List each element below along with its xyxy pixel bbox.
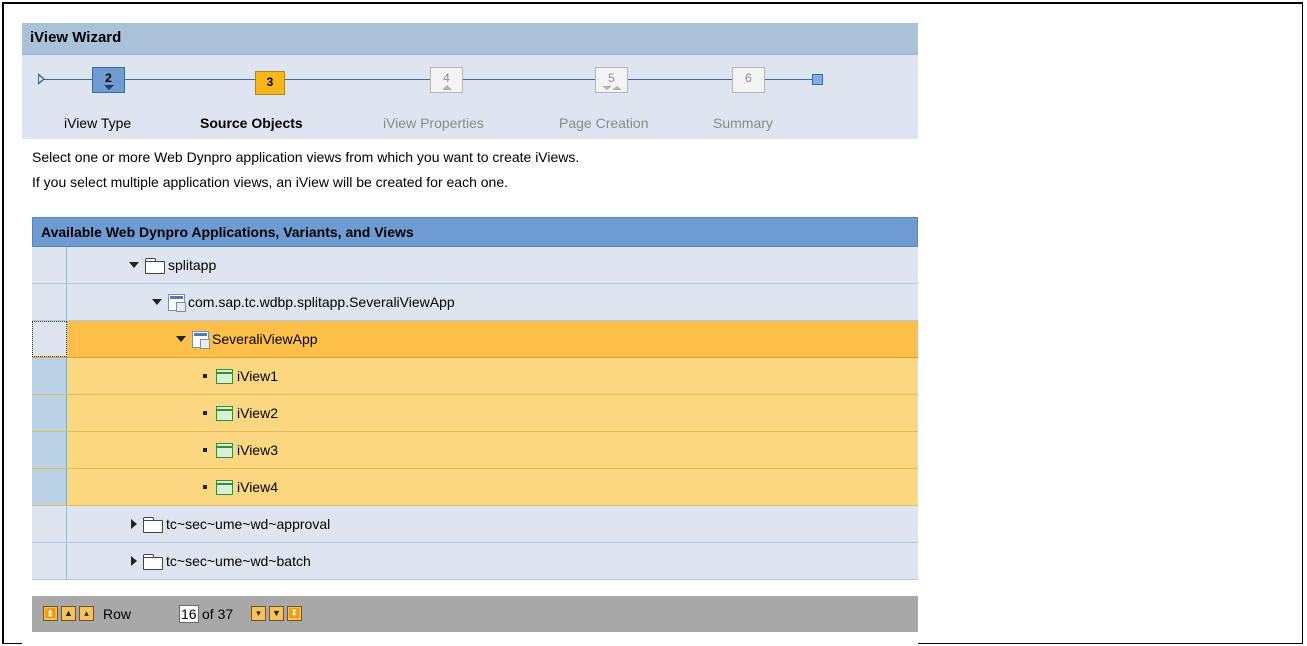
- folder-icon: [143, 516, 163, 533]
- tree-node-label: SeveraliViewApp: [212, 331, 318, 347]
- roadmap-line: [765, 79, 813, 80]
- roadmap-step-3[interactable]: 3: [255, 71, 285, 95]
- step-label-source-objects[interactable]: Source Objects: [200, 115, 303, 131]
- view-icon: [216, 405, 233, 421]
- table-row[interactable]: tc~sec~ume~wd~approval: [32, 506, 918, 543]
- roadmap-line: [285, 79, 430, 80]
- next-row-button[interactable]: ▾: [251, 606, 266, 621]
- application-icon: [168, 293, 186, 312]
- table-row[interactable]: splitapp: [32, 247, 918, 284]
- applications-tree-table: Available Web Dynpro Applications, Varia…: [32, 209, 918, 639]
- step-label-page-creation: Page Creation: [559, 115, 649, 131]
- roadmap-end-icon: [812, 74, 823, 85]
- row-label: Row: [103, 606, 132, 622]
- table-row-selected[interactable]: iView2: [32, 395, 918, 432]
- tree-node-label: tc~sec~ume~wd~batch: [166, 553, 311, 569]
- application-icon: [192, 330, 210, 349]
- step-label-summary: Summary: [713, 115, 773, 131]
- expand-toggle-icon[interactable]: [176, 336, 186, 342]
- view-icon: [216, 442, 233, 458]
- leaf-bullet-icon: [203, 485, 207, 489]
- expand-toggle-icon[interactable]: [131, 556, 137, 566]
- roadmap-line: [628, 79, 732, 80]
- wizard-title-bar: iView Wizard: [22, 23, 918, 55]
- step-label-iview-properties: iView Properties: [383, 115, 484, 131]
- row-selector[interactable]: [32, 247, 67, 283]
- wizard-title: iView Wizard: [30, 29, 122, 46]
- instruction-line: Select one or more Web Dynpro applicatio…: [32, 149, 580, 165]
- roadmap-step-6: 6: [732, 67, 765, 93]
- first-page-button[interactable]: ⏫: [43, 606, 58, 621]
- leaf-bullet-icon: [203, 374, 207, 378]
- row-selector[interactable]: [32, 395, 67, 431]
- table-row-selected[interactable]: iView3: [32, 432, 918, 469]
- instruction-line: If you select multiple application views…: [32, 174, 508, 190]
- previous-page-button[interactable]: ▲: [61, 606, 76, 621]
- roadmap-line: [125, 79, 255, 80]
- table-row-selected[interactable]: iView4: [32, 469, 918, 506]
- step-collapse-icon: [441, 85, 452, 90]
- table-row-lead-selected[interactable]: SeveraliViewApp: [32, 321, 918, 358]
- table-title-bar: Available Web Dynpro Applications, Varia…: [32, 217, 918, 247]
- row-selector[interactable]: [32, 506, 67, 542]
- expand-toggle-icon[interactable]: [131, 519, 137, 529]
- last-page-button[interactable]: ⏬: [287, 606, 302, 621]
- instructions: Select one or more Web Dynpro applicatio…: [32, 145, 579, 195]
- expand-toggle-icon[interactable]: [152, 299, 162, 305]
- folder-icon: [143, 553, 163, 570]
- step-label-iview-type[interactable]: iView Type: [64, 115, 131, 131]
- tree-node-label: iView4: [237, 479, 278, 495]
- table-title: Available Web Dynpro Applications, Varia…: [41, 224, 414, 240]
- tree-node-label: com.sap.tc.wdbp.splitapp.SeveraliViewApp: [188, 294, 455, 310]
- view-icon: [216, 368, 233, 384]
- expand-toggle-icon[interactable]: [129, 262, 139, 268]
- row-selector[interactable]: [32, 432, 67, 468]
- roadmap: 2 3 4 5 6 iView Type Source Objects iVie…: [22, 55, 918, 139]
- tree-node-label: iView3: [237, 442, 278, 458]
- roadmap-step-4: 4: [430, 67, 463, 93]
- row-count-label: of 37: [202, 606, 234, 622]
- row-selector[interactable]: [32, 358, 67, 394]
- tree-node-label: splitapp: [168, 257, 217, 273]
- iview-wizard: iView Wizard 2 3 4 5 6 iView Type Source…: [22, 9, 918, 646]
- roadmap-step-2[interactable]: 2: [92, 67, 125, 93]
- table-row-selected[interactable]: iView1: [32, 358, 918, 395]
- tree-node-label: iView1: [237, 368, 278, 384]
- leaf-bullet-icon: [203, 448, 207, 452]
- roadmap-line: [40, 79, 92, 80]
- table-row[interactable]: com.sap.tc.wdbp.splitapp.SeveraliViewApp: [32, 284, 918, 321]
- row-number-input[interactable]: [179, 605, 199, 623]
- next-page-button[interactable]: ▼: [269, 606, 284, 621]
- tree-node-label: iView2: [237, 405, 278, 421]
- view-icon: [216, 479, 233, 495]
- table-pager-toolbar: ⏫ ▲ ▴ Row of 37 ▾ ▼ ⏬: [32, 596, 918, 632]
- folder-icon: [145, 257, 165, 274]
- row-selector[interactable]: [32, 284, 67, 320]
- row-selector[interactable]: [32, 543, 67, 579]
- tree-node-label: tc~sec~ume~wd~approval: [166, 516, 331, 532]
- roadmap-line: [463, 79, 595, 80]
- step-substep-icon: [601, 86, 612, 90]
- table-row[interactable]: tc~sec~ume~wd~batch: [32, 543, 918, 580]
- row-selector[interactable]: [32, 321, 67, 357]
- previous-row-button[interactable]: ▴: [79, 606, 94, 621]
- leaf-bullet-icon: [203, 411, 207, 415]
- row-selector[interactable]: [32, 469, 67, 505]
- step-expand-icon: [103, 85, 114, 90]
- roadmap-step-5: 5: [595, 67, 628, 93]
